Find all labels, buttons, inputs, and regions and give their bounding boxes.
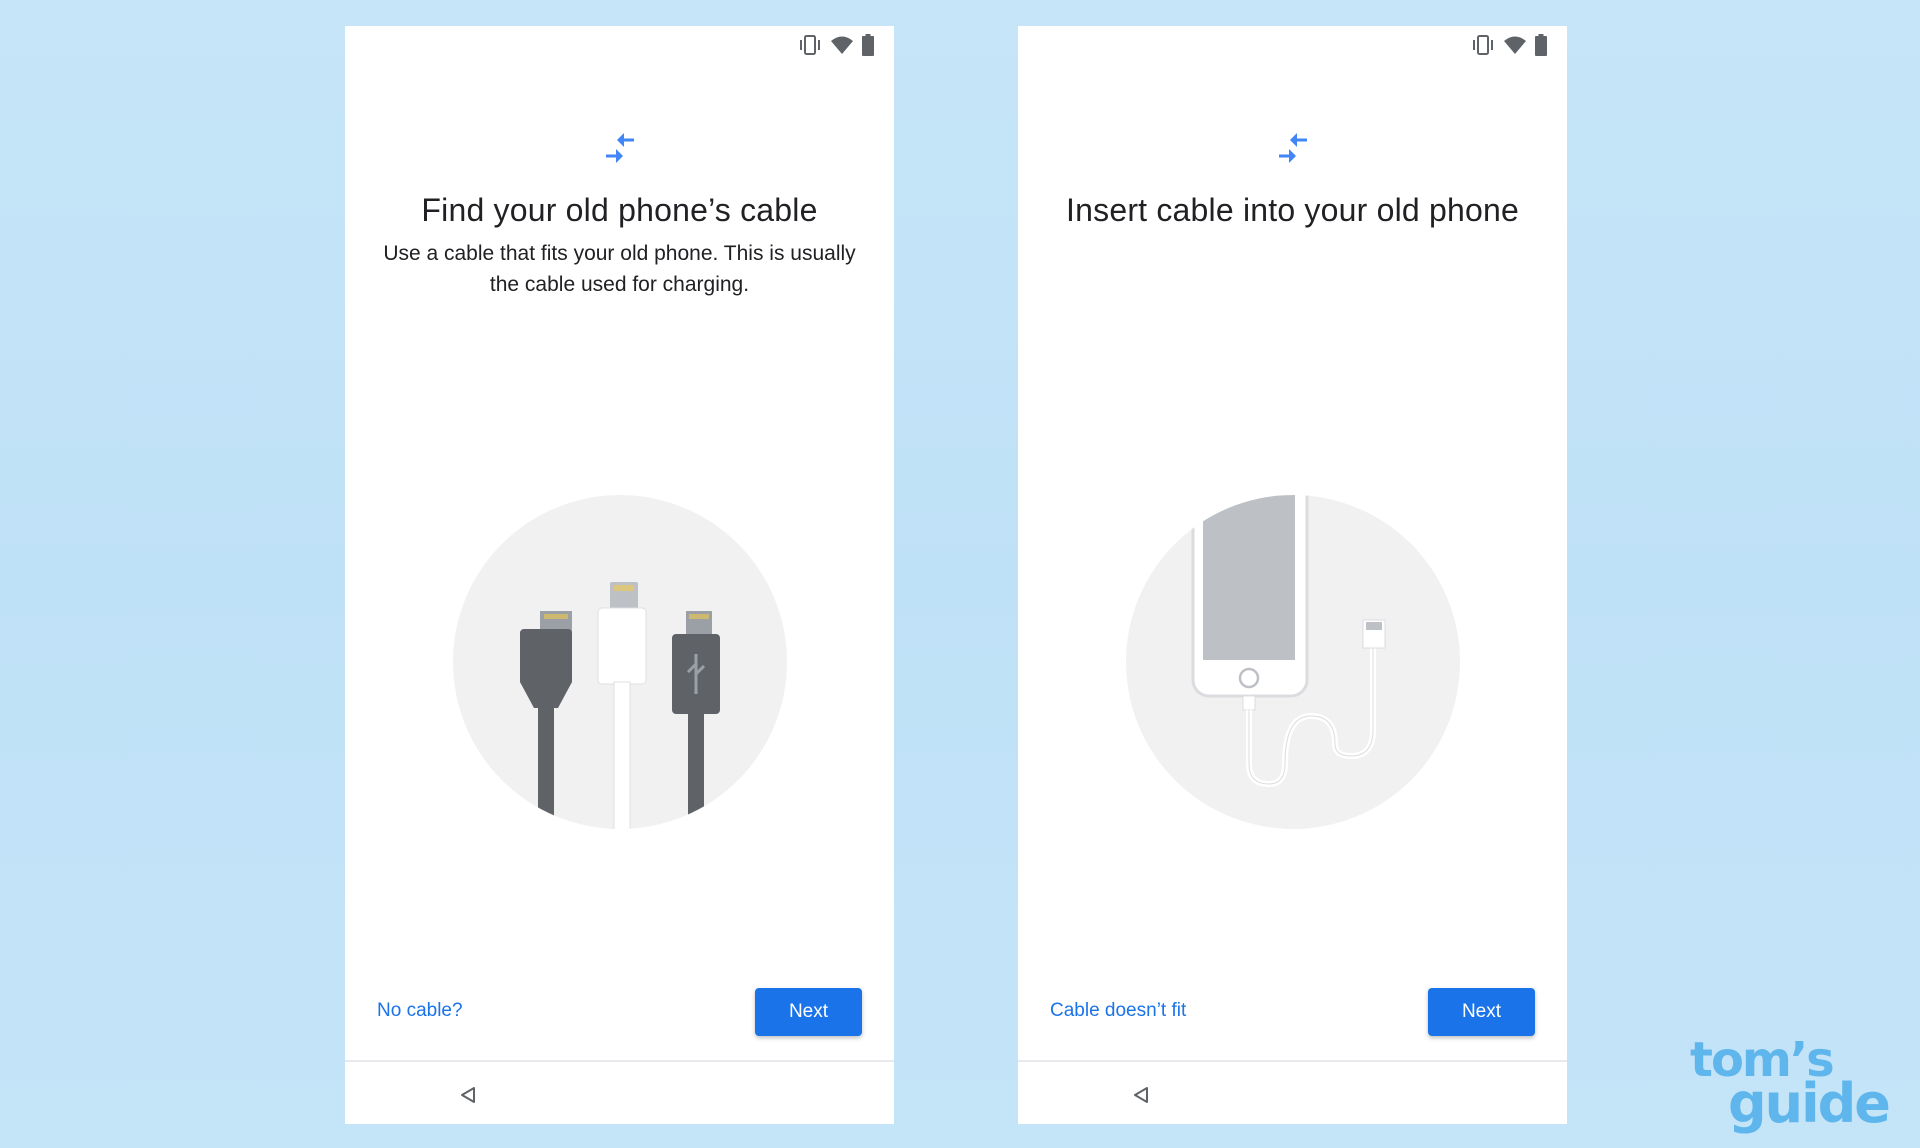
page-title: Find your old phone’s cable xyxy=(421,192,818,228)
phone-screen-insert-cable: Insert cable into your old phone Cable d… xyxy=(1018,26,1567,1124)
wifi-icon xyxy=(1504,36,1526,54)
transfer-arrows-icon xyxy=(605,133,634,163)
next-button[interactable]: Next xyxy=(1428,988,1535,1036)
vibrate-icon xyxy=(1473,35,1493,55)
page-title: Insert cable into your old phone xyxy=(1066,192,1519,228)
wifi-icon xyxy=(831,36,853,54)
navigation-bar xyxy=(1018,1062,1567,1124)
transfer-arrows-icon xyxy=(1278,133,1307,163)
toms-guide-logo: tom’s guide xyxy=(1686,1032,1906,1142)
cable-doesnt-fit-link[interactable]: Cable doesn’t fit xyxy=(1050,1000,1186,1022)
phone-cable-illustration xyxy=(1125,495,1460,829)
page-subtitle: Use a cable that fits your old phone. Th… xyxy=(383,242,856,296)
status-bar xyxy=(345,26,894,64)
logo-line-2: guide xyxy=(1728,1072,1891,1135)
battery-icon xyxy=(862,34,874,56)
status-bar xyxy=(1018,26,1567,64)
cables-illustration xyxy=(452,495,787,829)
battery-icon xyxy=(1535,34,1547,56)
back-icon[interactable] xyxy=(1132,1086,1150,1104)
next-button[interactable]: Next xyxy=(755,988,862,1036)
phone-screen-find-cable: Find your old phone’s cable Use a cable … xyxy=(345,26,894,1124)
no-cable-link[interactable]: No cable? xyxy=(377,1000,463,1022)
back-icon[interactable] xyxy=(459,1086,477,1104)
vibrate-icon xyxy=(800,35,820,55)
navigation-bar xyxy=(345,1062,894,1124)
